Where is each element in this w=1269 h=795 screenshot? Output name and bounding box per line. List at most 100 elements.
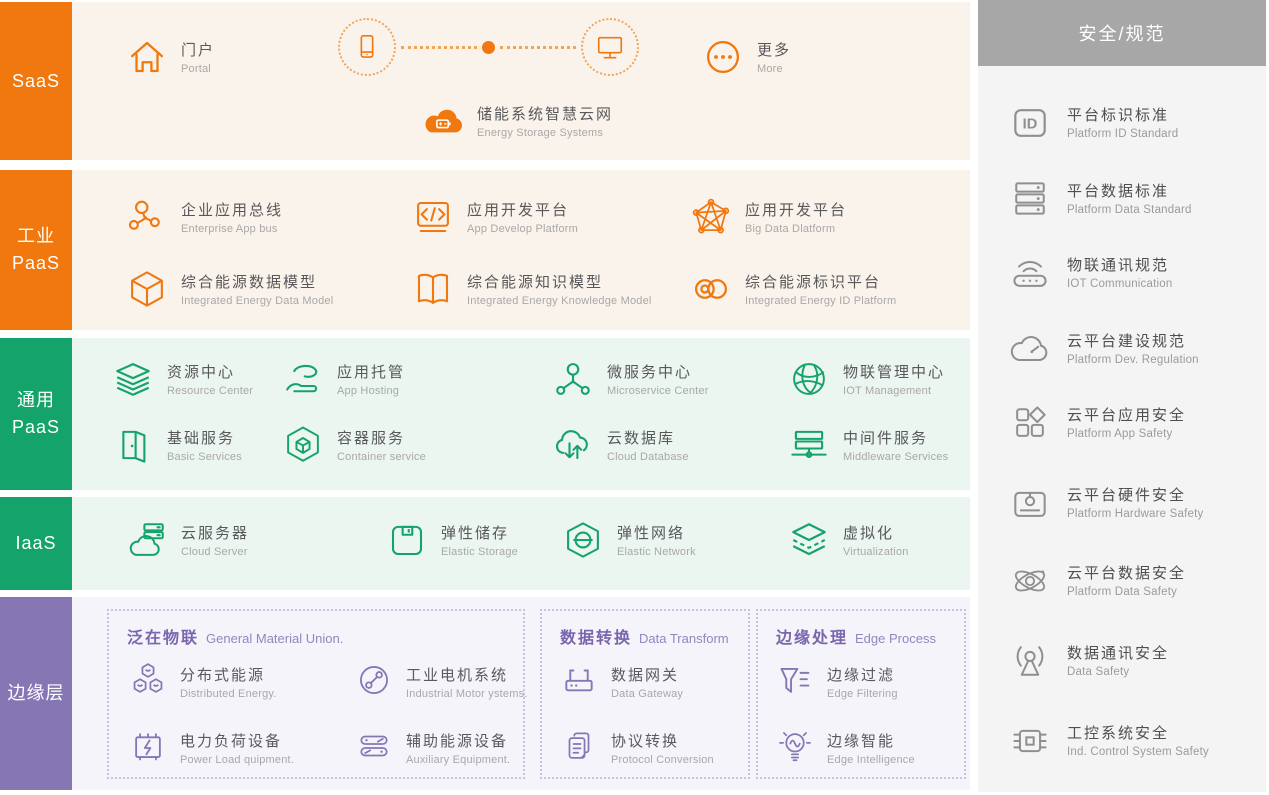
platform-data-standard-item: 平台数据标准 Platform Data Standard [1008,177,1192,221]
item-label-en: Platform Hardware Safety [1067,508,1203,520]
item-label-cn: 弹性网络 [617,522,696,543]
item-label-cn: 边缘过滤 [827,664,898,685]
auxiliary-equipment-item: 辅助能源设备Auxiliary Equipment. [355,727,510,766]
edge-group-title: 泛在物联 General Material Union. [127,624,343,648]
container-hexagon-icon [282,424,324,466]
item-label-cn: 中间件服务 [843,427,948,448]
edge-group-material-union: 泛在物联General Material Union. 分布式能源Distrib… [107,609,525,779]
item-label-en: App Develop Platform [467,223,578,235]
cloud-regulation-icon [1008,327,1052,371]
phone-circle [338,18,396,76]
item-label-en: Data Safety [1067,666,1169,678]
layer-row-iaas: IaaS 云服务器Cloud Server 弹性储存Elastic Storag… [0,497,970,590]
item-label-cn: 虚拟化 [843,522,909,543]
item-label-en: Platform Data Safety [1067,586,1186,598]
layer-band-general-paas: 通用PaaS [0,338,72,490]
layer-band-industrial-paas: 工业PaaS [0,170,72,330]
energy-storage-item: 储能系统智慧云网 Energy Storage Systems [422,100,613,142]
cloud-battery-icon [422,100,464,142]
iaas-panel: 云服务器Cloud Server 弹性储存Elastic Storage 弹性网… [72,497,970,590]
security-column: 安全/规范 平台标识标准Platform ID Standard 平台数据标准P… [978,0,1266,792]
group-title-en: General Material Union. [206,631,343,646]
data-standard-rack-icon [1008,177,1052,221]
iot-communication-item: 物联通讯规范IOT Communication [1008,251,1172,295]
item-label-en: Resource Center [167,385,253,397]
item-label-en: Integrated Energy Knowledge Model [467,295,652,307]
item-label-en: Integrated Energy Data Model [181,295,333,307]
iot-comm-router-icon [1008,251,1052,295]
control-chip-icon [1008,719,1052,763]
layer-label-iaas: IaaS [15,530,56,557]
industrial-motor-icon [355,661,393,699]
item-label-en: Big Data Dlatform [745,223,847,235]
item-label-en: Distributed Energy. [180,688,277,700]
item-label-cn: 应用托管 [337,361,405,382]
item-label-cn: 协议转换 [611,730,714,751]
code-platform-icon [412,196,454,238]
virtualization-layers-icon [788,519,830,561]
dotted-connector [500,46,576,49]
edge-filter-icon [776,661,814,699]
item-label-cn: 企业应用总线 [181,199,283,220]
item-label-cn: 工业电机系统 [406,664,528,685]
item-label-cn: 资源中心 [167,361,253,382]
item-label-cn: 云数据库 [607,427,689,448]
layer-label-edge: 边缘层 [8,680,65,707]
app-bus-icon [126,196,168,238]
energy-knowledge-model-item: 综合能源知识模型 Integrated Energy Knowledge Mode… [412,268,652,310]
portal-label-en: Portal [181,63,215,75]
sync-dot-icon [482,41,495,54]
item-label-cn: 应用开发平台 [467,199,578,220]
power-load-icon [129,727,167,765]
security-column-header: 安全/规范 [978,0,1266,66]
general-paas-panel: 资源中心Resource Center 应用托管App Hosting 微服务中… [72,338,970,490]
item-label-en: Protocol Conversion [611,754,714,766]
item-label-cn: 平台标识标准 [1067,104,1178,125]
item-label-cn: 工控系统安全 [1067,722,1209,743]
group-title-cn: 边缘处理 [776,630,848,647]
item-label-en: Edge Intelligence [827,754,915,766]
item-label-cn: 平台数据标准 [1067,180,1192,201]
big-data-network-icon [690,196,732,238]
platform-hardware-safety-item: 云平台硬件安全Platform Hardware Safety [1008,481,1203,525]
layer-row-saas: SaaS 门户 Portal 更多 More 储能系统智慧 [0,2,970,160]
basic-service-door-icon [112,424,154,466]
layer-row-industrial-paas: 工业PaaS 企业应用总线Enterprise App bus 应用开发平台Ap… [0,170,970,330]
industrial-paas-panel: 企业应用总线Enterprise App bus 应用开发平台App Devel… [72,170,970,330]
item-label-cn: 综合能源知识模型 [467,271,652,292]
more-ellipsis-icon [702,36,744,78]
resource-center-item: 资源中心 Resource Center [112,358,253,400]
data-gateway-item: 数据网关Data Gateway [560,661,683,700]
item-label-cn: 综合能源标识平台 [745,271,896,292]
iot-management-item: 物联管理中心IOT Management [788,358,945,400]
edge-group-data-transform: 数据转换Data Transform 数据网关Data Gateway 协议转换… [540,609,750,779]
layer-row-edge: 边缘层 泛在物联General Material Union. 分布式能源Dis… [0,597,970,790]
monitor-circle [581,18,639,76]
item-label-en: Platform Data Standard [1067,204,1192,216]
resource-layers-icon [112,358,154,400]
platform-architecture-diagram: SaaS 门户 Portal 更多 More 储能系统智慧 [0,0,1269,795]
group-title-en: Edge Process [855,631,936,646]
edge-group-title: 数据转换Data Transform [560,624,729,648]
hardware-safety-drive-icon [1008,481,1052,525]
elastic-network-item: 弹性网络Elastic Network [562,519,696,561]
security-title: 安全/规范 [1078,20,1165,46]
basic-services-item: 基础服务Basic Services [112,424,242,466]
elastic-storage-icon [386,519,428,561]
platform-app-safety-item: 云平台应用安全Platform App Safety [1008,401,1186,445]
group-title-cn: 泛在物联 [127,630,199,647]
item-label-en: Elastic Storage [441,546,518,558]
desktop-icon [595,32,625,62]
layer-label-general-paas: 通用PaaS [12,387,60,441]
layer-band-edge: 边缘层 [0,597,72,790]
item-label-cn: 电力负荷设备 [180,730,294,751]
item-label-en: IOT Management [843,385,945,397]
layer-row-general-paas: 通用PaaS 资源中心Resource Center 应用托管App Hosti… [0,338,970,490]
item-label-cn: 云平台应用安全 [1067,404,1186,425]
cloud-database-icon [552,424,594,466]
item-label-en: Virtualization [843,546,909,558]
edge-bulb-icon [776,727,814,765]
layer-label-industrial-paas: 工业PaaS [12,223,60,277]
data-model-cube-icon [126,268,168,310]
group-title-cn: 数据转换 [560,630,632,647]
